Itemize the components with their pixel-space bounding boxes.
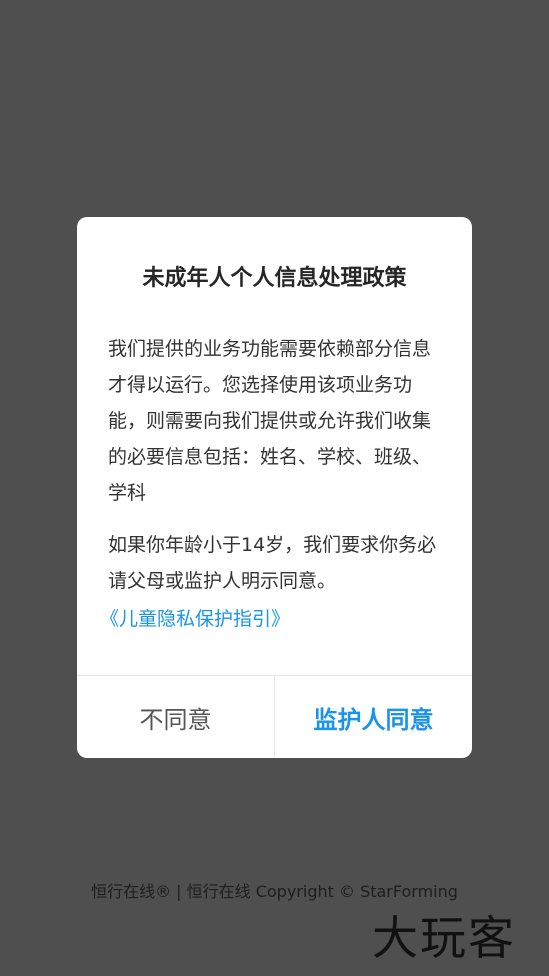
dialog-title: 未成年人个人信息处理政策	[142, 266, 407, 291]
watermark-logo: 大玩客	[372, 911, 516, 965]
child-privacy-policy-link[interactable]: 《儿童隐私保护指引》	[100, 601, 442, 637]
info-paragraph: 我们提供的业务功能需要依赖部分信息才得以运行。您选择使用该项业务功能，则需要向我…	[108, 338, 432, 504]
dialog-body: 我们提供的业务功能需要依赖部分信息才得以运行。您选择使用该项业务功能，则需要向我…	[100, 331, 442, 637]
age-notice-paragraph: 如果你年龄小于14岁，我们要求你务必请父母或监护人明示同意。	[108, 534, 437, 592]
policy-dialog: 未成年人个人信息处理政策 我们提供的业务功能需要依赖部分信息才得以运行。您选择使…	[77, 217, 472, 758]
guardian-agree-button[interactable]: 监护人同意	[275, 676, 472, 758]
disagree-button[interactable]: 不同意	[77, 676, 275, 758]
dialog-button-row: 不同意 监护人同意	[77, 675, 472, 758]
copyright-footer: 恒行在线® | 恒行在线 Copyright © StarForming	[91, 882, 458, 901]
